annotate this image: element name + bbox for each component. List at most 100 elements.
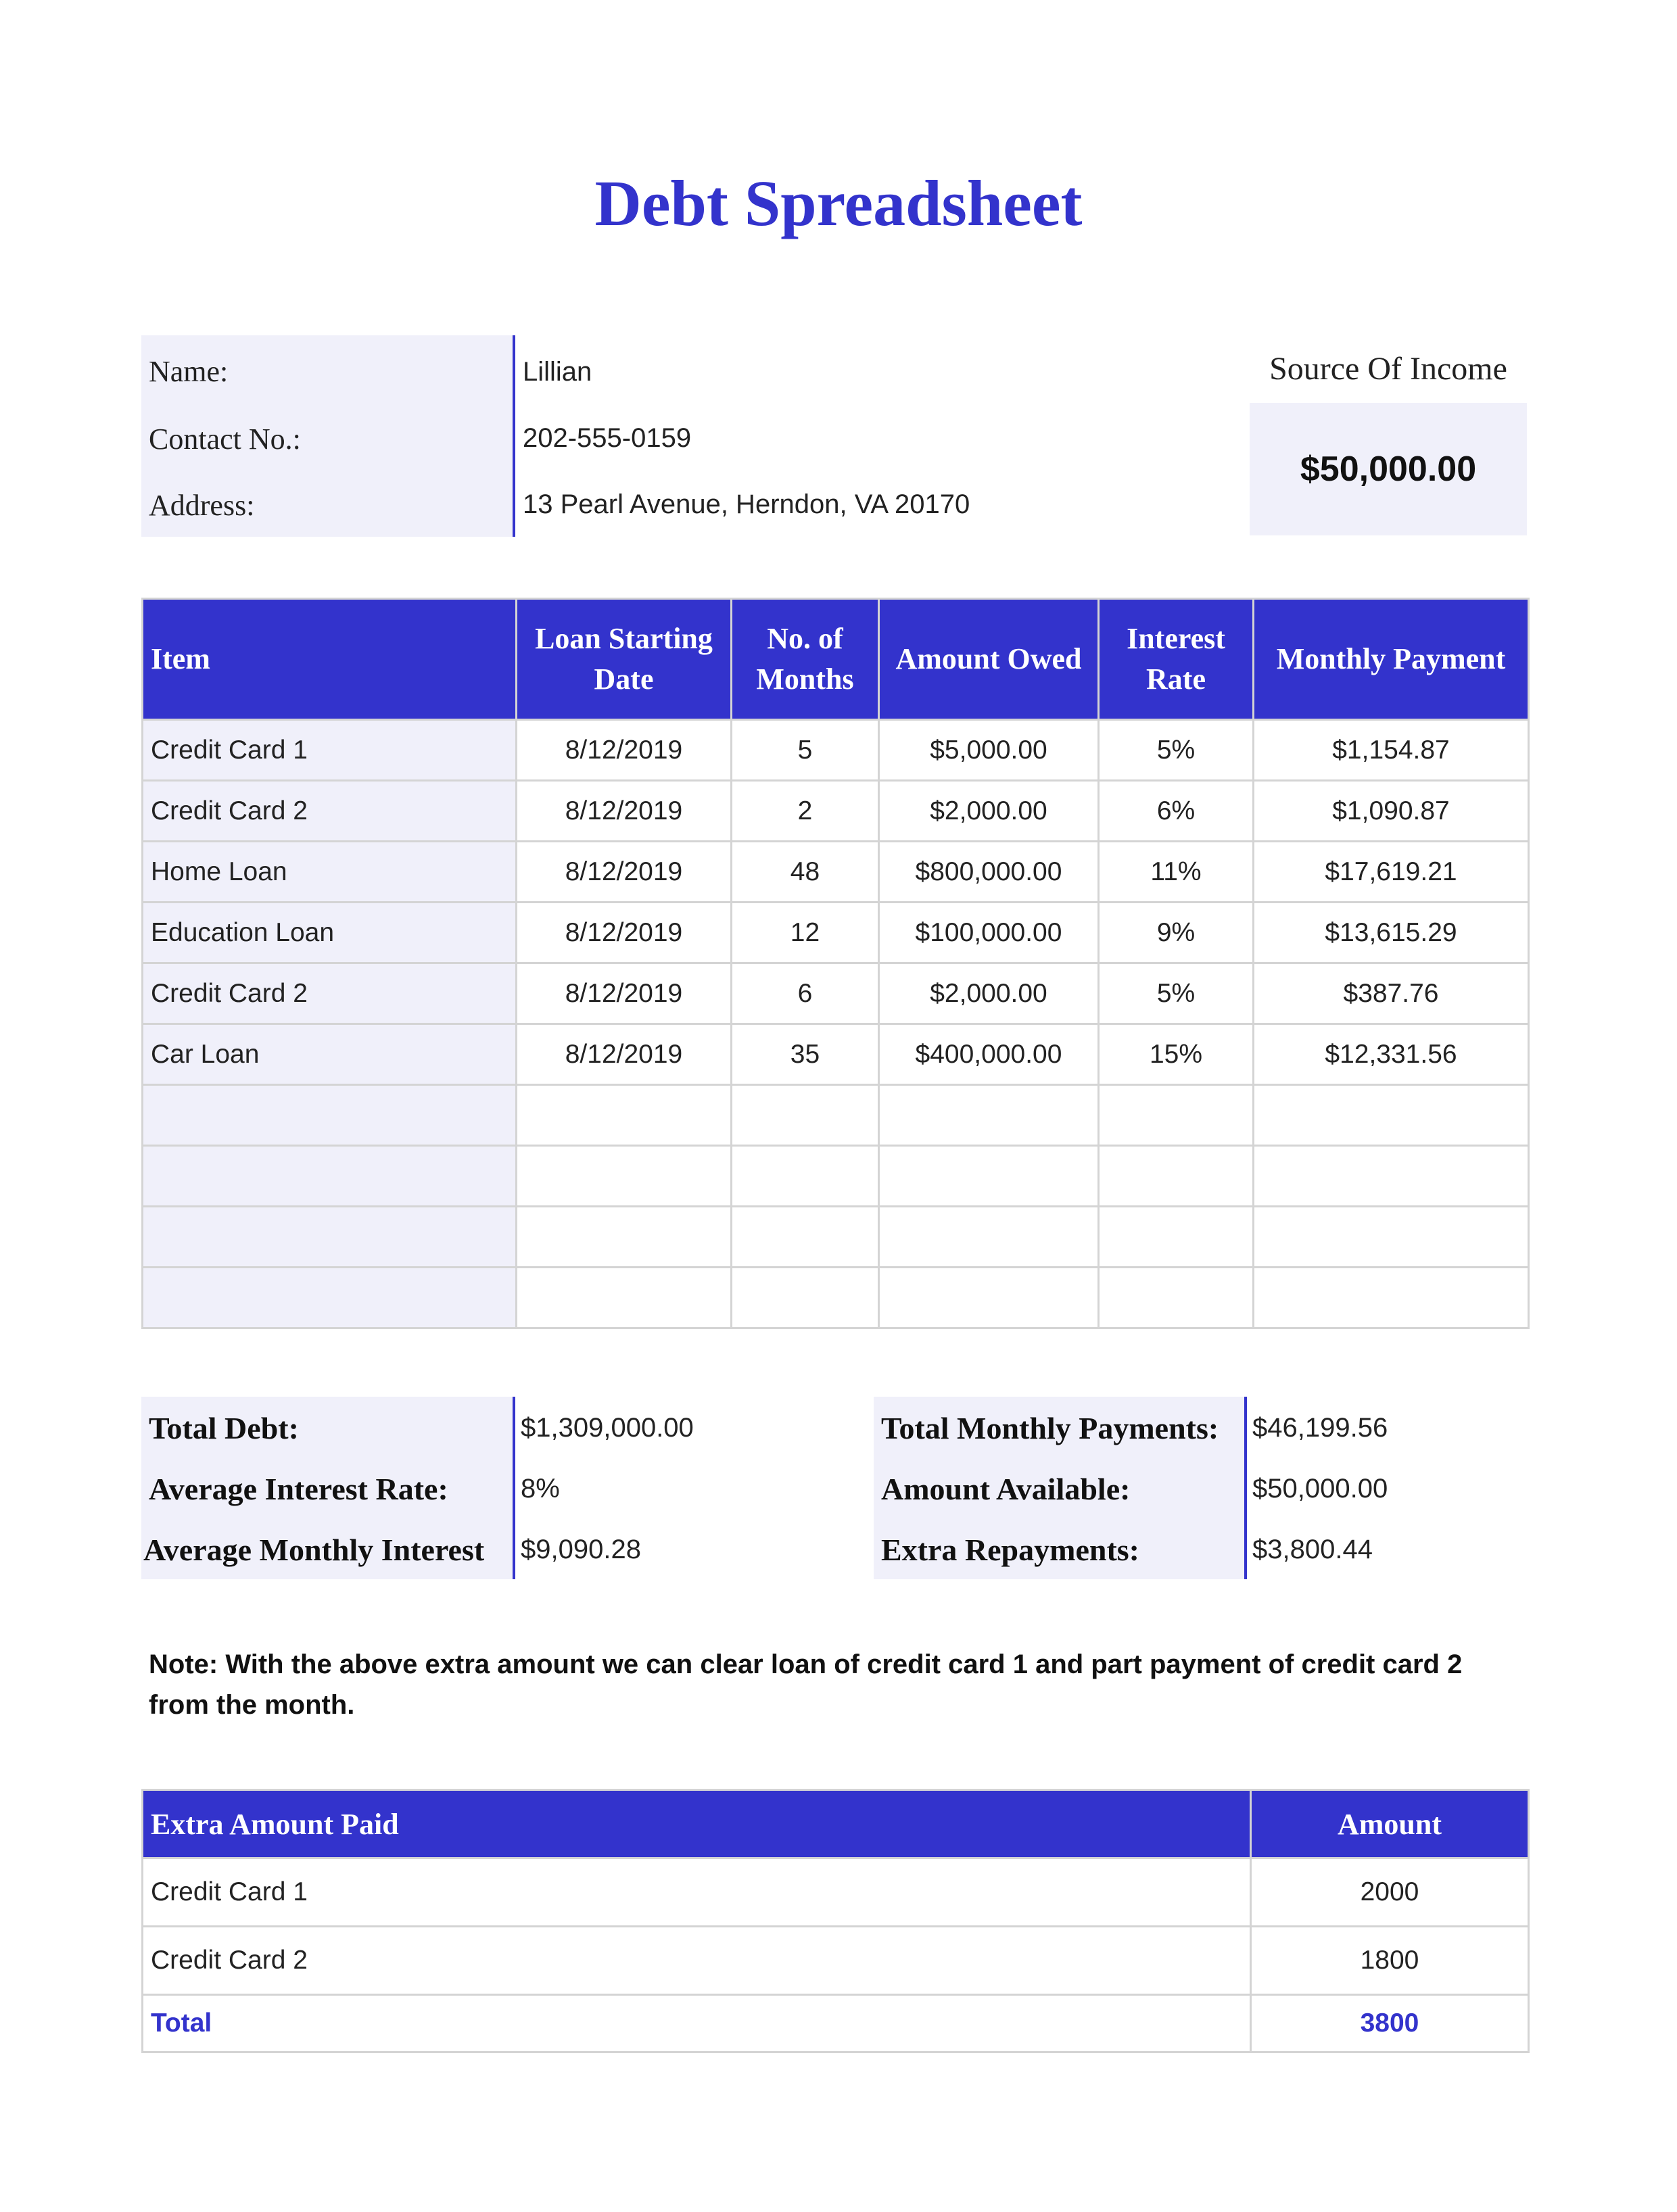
cell-amount-owed: $800,000.00 xyxy=(878,840,1100,903)
income-title: Source Of Income xyxy=(1269,351,1507,387)
cell-item: Home Loan xyxy=(141,840,517,903)
cell-amount-owed: $2,000.00 xyxy=(878,962,1100,1025)
cell-monthly-payment: $1,090.87 xyxy=(1252,779,1530,842)
cell-item xyxy=(141,1205,517,1268)
cell-interest-rate: 5% xyxy=(1097,719,1254,782)
cell-interest-rate: 9% xyxy=(1097,901,1254,964)
cell-monthly-payment: $17,619.21 xyxy=(1252,840,1530,903)
extra-amount-table: Extra Amount Paid Amount Credit Card 1 20… xyxy=(141,1789,1530,2053)
cell-months: 5 xyxy=(730,719,880,782)
table-row: Credit Card 2 8/12/2019 6 $2,000.00 5% $387.7… xyxy=(141,962,1530,1025)
cell-monthly-payment xyxy=(1252,1205,1530,1268)
address-value: 13 Pearl Avenue, Herndon, VA 20170 xyxy=(523,489,970,519)
cell-months: 48 xyxy=(730,840,880,903)
cell-months: 2 xyxy=(730,779,880,842)
info-divider xyxy=(513,335,515,537)
cell-interest-rate: 6% xyxy=(1097,779,1254,842)
cell-extra-amount: 2000 xyxy=(1250,1857,1530,1927)
cell-interest-rate xyxy=(1097,1145,1254,1207)
cell-months: 12 xyxy=(730,901,880,964)
cell-interest-rate: 5% xyxy=(1097,962,1254,1025)
summary-right-divider xyxy=(1244,1397,1247,1579)
table-row: Car Loan 8/12/2019 35 $400,000.00 15% $12,331… xyxy=(141,1023,1530,1086)
cell-extra-amount: 1800 xyxy=(1250,1925,1530,1996)
cell-interest-rate xyxy=(1097,1205,1254,1268)
header-interest-rate: Interest Rate xyxy=(1097,598,1254,721)
header-amount-owed: Amount Owed xyxy=(878,598,1100,721)
available-label: Amount Available: xyxy=(881,1472,1131,1506)
income-value: $50,000.00 xyxy=(1250,403,1527,535)
cell-item: Credit Card 2 xyxy=(141,962,517,1025)
note-text: Note: With the above extra amount we can… xyxy=(149,1650,1463,1720)
cell-loan-start-date: 8/12/2019 xyxy=(515,840,732,903)
name-label: Name: xyxy=(149,355,229,388)
cell-months: 35 xyxy=(730,1023,880,1086)
avg-rate-value: 8% xyxy=(521,1474,560,1504)
cell-monthly-payment xyxy=(1252,1266,1530,1329)
cell-amount-owed xyxy=(878,1145,1100,1207)
header-item: Item xyxy=(141,598,517,721)
header-amount: Amount xyxy=(1250,1789,1530,1859)
total-value: 3800 xyxy=(1250,1994,1530,2053)
cell-extra-item: Credit Card 2 xyxy=(141,1925,1252,1996)
cell-loan-start-date xyxy=(515,1266,732,1329)
summary-left-divider xyxy=(513,1397,515,1579)
cell-interest-rate xyxy=(1097,1266,1254,1329)
cell-amount-owed xyxy=(878,1205,1100,1268)
cell-months xyxy=(730,1084,880,1147)
total-label: Total xyxy=(141,1994,1252,2053)
contact-label: Contact No.: xyxy=(149,423,301,456)
cell-monthly-payment xyxy=(1252,1084,1530,1147)
cell-months: 6 xyxy=(730,962,880,1025)
extra-repayments-label: Extra Repayments: xyxy=(881,1533,1139,1567)
cell-item: Credit Card 2 xyxy=(141,779,517,842)
cell-item: Car Loan xyxy=(141,1023,517,1086)
table-row xyxy=(141,1266,1530,1329)
header-loan-start-date: Loan Starting Date xyxy=(515,598,732,721)
extra-table-total-row: Total 3800 xyxy=(141,1994,1530,2053)
table-row xyxy=(141,1205,1530,1268)
cell-interest-rate: 15% xyxy=(1097,1023,1254,1086)
table-row xyxy=(141,1145,1530,1207)
cell-loan-start-date: 8/12/2019 xyxy=(515,1023,732,1086)
cell-amount-owed: $100,000.00 xyxy=(878,901,1100,964)
total-payments-value: $46,199.56 xyxy=(1252,1413,1388,1443)
cell-item xyxy=(141,1145,517,1207)
contact-value: 202-555-0159 xyxy=(523,423,692,453)
cell-item xyxy=(141,1084,517,1147)
cell-interest-rate: 11% xyxy=(1097,840,1254,903)
cell-amount-owed: $5,000.00 xyxy=(878,719,1100,782)
cell-item xyxy=(141,1266,517,1329)
address-label: Address: xyxy=(149,489,255,522)
cell-extra-item: Credit Card 1 xyxy=(141,1857,1252,1927)
header-monthly-payment: Monthly Payment xyxy=(1252,598,1530,721)
cell-monthly-payment: $387.76 xyxy=(1252,962,1530,1025)
cell-months xyxy=(730,1205,880,1268)
debt-table: Item Loan Starting Date No. of Months Am… xyxy=(141,598,1530,1329)
available-value: $50,000.00 xyxy=(1252,1474,1388,1504)
cell-amount-owed xyxy=(878,1266,1100,1329)
cell-loan-start-date: 8/12/2019 xyxy=(515,719,732,782)
avg-interest-label: Average Monthly Interest xyxy=(143,1533,485,1567)
debt-table-header: Item Loan Starting Date No. of Months Am… xyxy=(141,598,1530,721)
cell-amount-owed xyxy=(878,1084,1100,1147)
total-debt-label: Total Debt: xyxy=(149,1411,299,1445)
cell-monthly-payment: $13,615.29 xyxy=(1252,901,1530,964)
cell-loan-start-date: 8/12/2019 xyxy=(515,901,732,964)
total-payments-label: Total Monthly Payments: xyxy=(881,1411,1219,1445)
table-row xyxy=(141,1084,1530,1147)
avg-rate-label: Average Interest Rate: xyxy=(149,1472,448,1506)
extra-repayments-value: $3,800.44 xyxy=(1252,1535,1373,1564)
table-row: Credit Card 1 8/12/2019 5 $5,000.00 5% $1,154… xyxy=(141,719,1530,782)
cell-loan-start-date xyxy=(515,1084,732,1147)
cell-loan-start-date: 8/12/2019 xyxy=(515,779,732,842)
cell-interest-rate xyxy=(1097,1084,1254,1147)
cell-amount-owed: $400,000.00 xyxy=(878,1023,1100,1086)
total-debt-value: $1,309,000.00 xyxy=(521,1413,694,1443)
header-extra-amount-paid: Extra Amount Paid xyxy=(141,1789,1252,1859)
cell-loan-start-date xyxy=(515,1205,732,1268)
cell-item: Education Loan xyxy=(141,901,517,964)
cell-item: Credit Card 1 xyxy=(141,719,517,782)
table-row: Home Loan 8/12/2019 48 $800,000.00 11% $17,61… xyxy=(141,840,1530,903)
cell-months xyxy=(730,1266,880,1329)
